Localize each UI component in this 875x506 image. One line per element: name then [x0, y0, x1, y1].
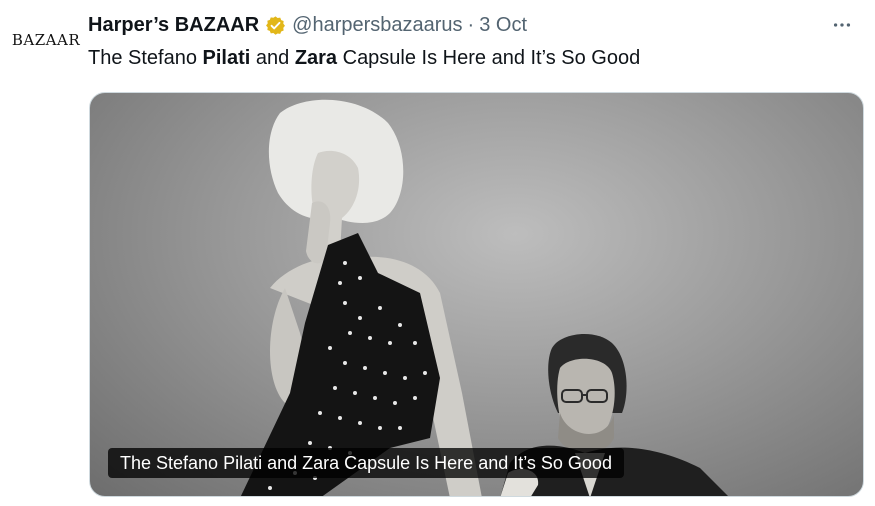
tweet-text-part: The Stefano	[88, 47, 203, 69]
avatar-logo: BAZAAR	[11, 31, 81, 49]
tweet-text-bold: Pilati	[202, 47, 251, 69]
user-handle[interactable]: @harpersbazaarus	[292, 12, 462, 38]
timestamp[interactable]: 3 Oct	[479, 12, 527, 38]
link-card-caption: The Stefano Pilati and Zara Capsule Is H…	[108, 448, 624, 478]
tweet-header: Harper’s BAZAAR @harpersbazaarus · 3 Oct	[88, 12, 863, 38]
tweet-text-bold: Zara	[294, 47, 338, 69]
tweet-text-part: and	[250, 47, 295, 69]
verified-badge-icon	[265, 15, 286, 36]
separator-dot: ·	[467, 14, 475, 36]
photo	[240, 99, 728, 496]
display-name[interactable]: Harper’s BAZAAR	[88, 12, 259, 38]
tweet-text-part: Capsule Is Here and It’s So Good	[337, 47, 641, 69]
avatar[interactable]: BAZAAR	[12, 12, 80, 68]
more-options-icon[interactable]	[827, 10, 857, 40]
tweet-text: The Stefano Pilati and Zara Capsule Is H…	[88, 44, 855, 72]
link-card-image[interactable]: The Stefano Pilati and Zara Capsule Is H…	[89, 92, 864, 497]
